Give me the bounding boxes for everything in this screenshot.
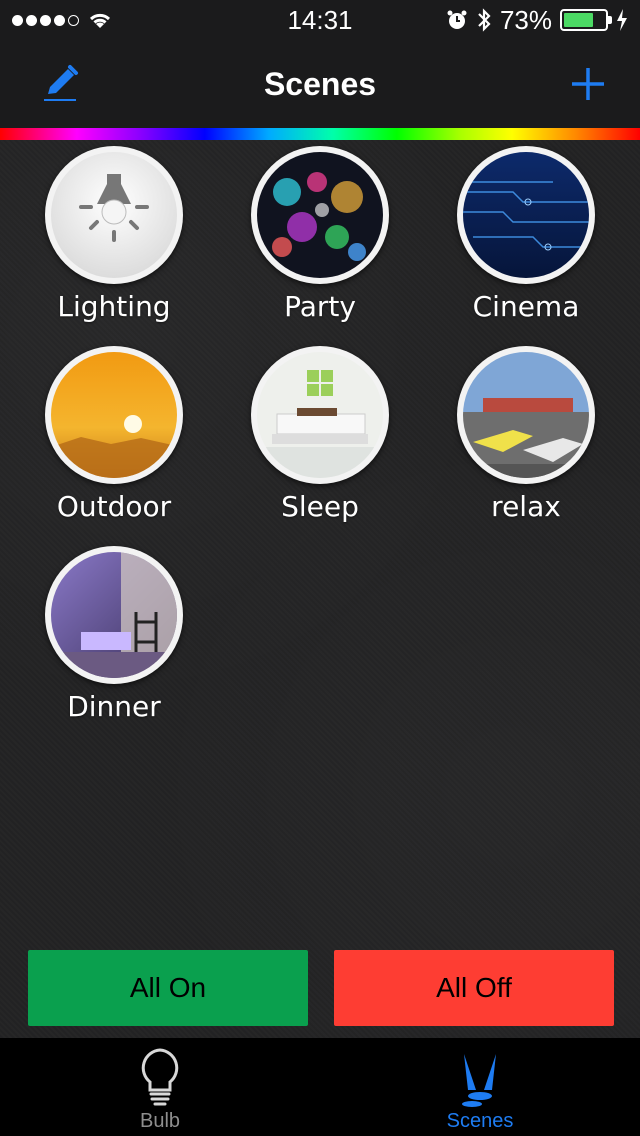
all-on-button[interactable]: All On xyxy=(28,950,308,1026)
wifi-icon xyxy=(89,13,111,28)
circuit-image xyxy=(463,152,589,278)
app-screen: 14:31 73% Scenes Lighting Party Cinema O… xyxy=(0,0,640,1136)
status-left xyxy=(12,10,113,30)
add-scene-button[interactable] xyxy=(566,62,610,106)
scenes-icon xyxy=(462,1054,496,1107)
navigation-bar: Scenes xyxy=(0,40,640,128)
scene-sleep[interactable]: Sleep xyxy=(220,346,420,536)
scene-thumbnail xyxy=(457,146,595,284)
battery-icon xyxy=(560,9,612,31)
scene-thumbnail xyxy=(45,146,183,284)
tab-scenes[interactable]: Scenes xyxy=(320,1038,640,1136)
scene-label: Sleep xyxy=(281,490,359,523)
scene-outdoor[interactable]: Outdoor xyxy=(14,346,214,536)
scene-thumbnail xyxy=(45,546,183,684)
scene-label: Lighting xyxy=(57,290,171,323)
scene-thumbnail xyxy=(45,346,183,484)
bedroom-image xyxy=(257,352,383,478)
status-right: 73% xyxy=(446,5,628,36)
alarm-icon xyxy=(447,10,467,29)
charging-bolt-icon xyxy=(617,9,627,31)
bulb-icon xyxy=(141,1048,179,1106)
signal-strength-icon xyxy=(12,14,79,26)
bluetooth-icon xyxy=(478,8,491,32)
sunset-image xyxy=(51,352,177,478)
tab-bulb[interactable]: Bulb xyxy=(0,1038,320,1136)
room-image xyxy=(51,552,177,678)
scene-label: relax xyxy=(491,490,561,523)
scene-label: Cinema xyxy=(472,290,580,323)
status-bar: 14:31 73% xyxy=(0,0,640,40)
scene-lighting[interactable]: Lighting xyxy=(14,146,214,336)
scene-relax[interactable]: relax xyxy=(426,346,626,536)
all-off-button[interactable]: All Off xyxy=(334,950,614,1026)
scene-dinner[interactable]: Dinner xyxy=(14,546,214,736)
plus-icon xyxy=(572,68,604,100)
bokeh-lights-image xyxy=(257,152,383,278)
tab-label: Bulb xyxy=(139,1110,181,1132)
scene-party[interactable]: Party xyxy=(220,146,420,336)
rainbow-divider xyxy=(0,128,640,140)
scene-label: Party xyxy=(284,290,356,323)
scene-cinema[interactable]: Cinema xyxy=(426,146,626,336)
battery-percent: 73% xyxy=(499,4,552,35)
scene-label: Outdoor xyxy=(56,490,172,523)
battery-level xyxy=(564,13,594,27)
racing-image xyxy=(463,352,589,478)
scene-thumbnail xyxy=(457,346,595,484)
scene-thumbnail xyxy=(251,346,389,484)
scene-thumbnail xyxy=(251,146,389,284)
edit-button[interactable] xyxy=(40,62,84,106)
tab-label: Scenes xyxy=(446,1110,514,1132)
pencil-icon xyxy=(44,65,78,101)
page-title: Scenes xyxy=(263,65,377,102)
bulb-image xyxy=(51,152,177,278)
scene-label: Dinner xyxy=(67,690,161,723)
tab-bar: Bulb Scenes xyxy=(0,1038,640,1136)
